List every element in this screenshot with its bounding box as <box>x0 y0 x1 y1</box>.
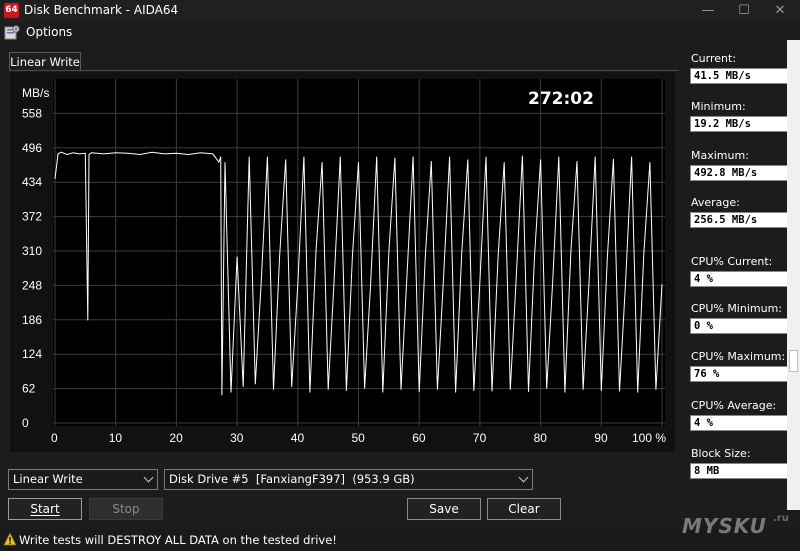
start-button-label: Start <box>30 502 60 516</box>
x-tick-label: 100 % <box>632 431 666 445</box>
test-type-value: Linear Write <box>13 472 83 486</box>
benchmark-chart: 0 62 124 186 248 310 372 434 496 558 0 10 20 30 40 50 6… <box>10 72 675 452</box>
stat-value: 492.8 MB/s <box>690 165 798 181</box>
stat-label: Average: <box>691 196 740 209</box>
clear-button[interactable]: Clear <box>487 498 561 520</box>
drive-select[interactable]: Disk Drive #5 [FanxiangF397] (953.9 GB) <box>164 469 533 490</box>
y-tick-label: 496 <box>22 141 42 155</box>
y-axis-unit: MB/s <box>22 86 49 100</box>
stat-label: Minimum: <box>691 100 746 113</box>
save-button[interactable]: Save <box>407 498 481 520</box>
y-tick-label: 124 <box>22 347 42 361</box>
x-tick-label: 40 <box>291 431 305 445</box>
x-tick-label: 60 <box>412 431 426 445</box>
warning-icon <box>3 532 17 546</box>
options-menu[interactable]: Options <box>26 25 72 39</box>
x-tick-label: 0 <box>51 431 58 445</box>
stat-value: 4 % <box>690 415 798 431</box>
x-tick-label: 10 <box>109 431 123 445</box>
x-tick-label: 20 <box>169 431 183 445</box>
stat-value: 19.2 MB/s <box>690 116 798 132</box>
scrollbar-thumb[interactable] <box>789 350 798 372</box>
window-title: Disk Benchmark - AIDA64 <box>24 3 179 17</box>
minimize-icon[interactable]: — <box>690 0 726 22</box>
x-tick-label: 90 <box>594 431 608 445</box>
chevron-down-icon <box>143 472 154 483</box>
aida64-app-icon: 64 <box>4 3 19 18</box>
y-tick-label: 310 <box>22 244 42 258</box>
y-tick-label: 558 <box>22 106 42 120</box>
start-button[interactable]: Start <box>8 498 82 520</box>
test-type-select[interactable]: Linear Write <box>8 469 158 490</box>
stat-value: 256.5 MB/s <box>690 212 798 228</box>
stat-value: 0 % <box>690 318 798 334</box>
clear-button-label: Clear <box>508 502 540 516</box>
x-tick-label: 80 <box>534 431 548 445</box>
tab-panel-divider <box>9 70 679 71</box>
stat-label: CPU% Average: <box>691 399 777 412</box>
x-tick-label: 70 <box>473 431 487 445</box>
y-tick-label: 434 <box>22 175 42 189</box>
options-icon[interactable] <box>4 24 20 40</box>
x-tick-label: 50 <box>352 431 366 445</box>
stat-label: CPU% Current: <box>691 255 773 268</box>
y-tick-label: 248 <box>22 278 42 292</box>
stat-value: 76 % <box>690 366 798 382</box>
y-tick-label: 62 <box>22 382 36 396</box>
watermark-suffix: .ru <box>773 513 789 524</box>
status-warning: Write tests will DESTROY ALL DATA on the… <box>19 533 337 547</box>
chevron-down-icon <box>518 472 529 483</box>
x-tick-label: 30 <box>230 431 244 445</box>
stop-button[interactable]: Stop <box>89 498 163 520</box>
stat-label: Maximum: <box>691 149 749 162</box>
tab-linear-write[interactable]: Linear Write <box>9 52 81 71</box>
stats-scrollbar[interactable] <box>787 40 800 510</box>
stop-button-label: Stop <box>112 502 140 516</box>
y-tick-label: 0 <box>22 416 29 430</box>
stat-label: Block Size: <box>691 447 751 460</box>
y-tick-label: 372 <box>22 210 42 224</box>
elapsed-time: 272:02 <box>528 89 594 109</box>
stat-value: 4 % <box>690 271 798 287</box>
save-button-label: Save <box>429 502 459 516</box>
stat-value: 8 MB <box>690 463 798 479</box>
watermark: MYSKU <box>682 514 767 538</box>
stat-label: CPU% Minimum: <box>691 302 782 315</box>
stat-label: CPU% Maximum: <box>691 350 786 363</box>
maximize-icon[interactable]: ☐ <box>726 0 762 22</box>
stat-value: 41.5 MB/s <box>690 68 798 84</box>
drive-value: Disk Drive #5 [FanxiangF397] (953.9 GB) <box>169 472 415 486</box>
close-icon[interactable]: ✕ <box>762 0 798 22</box>
y-tick-label: 186 <box>22 313 42 327</box>
stat-label: Current: <box>691 52 737 65</box>
